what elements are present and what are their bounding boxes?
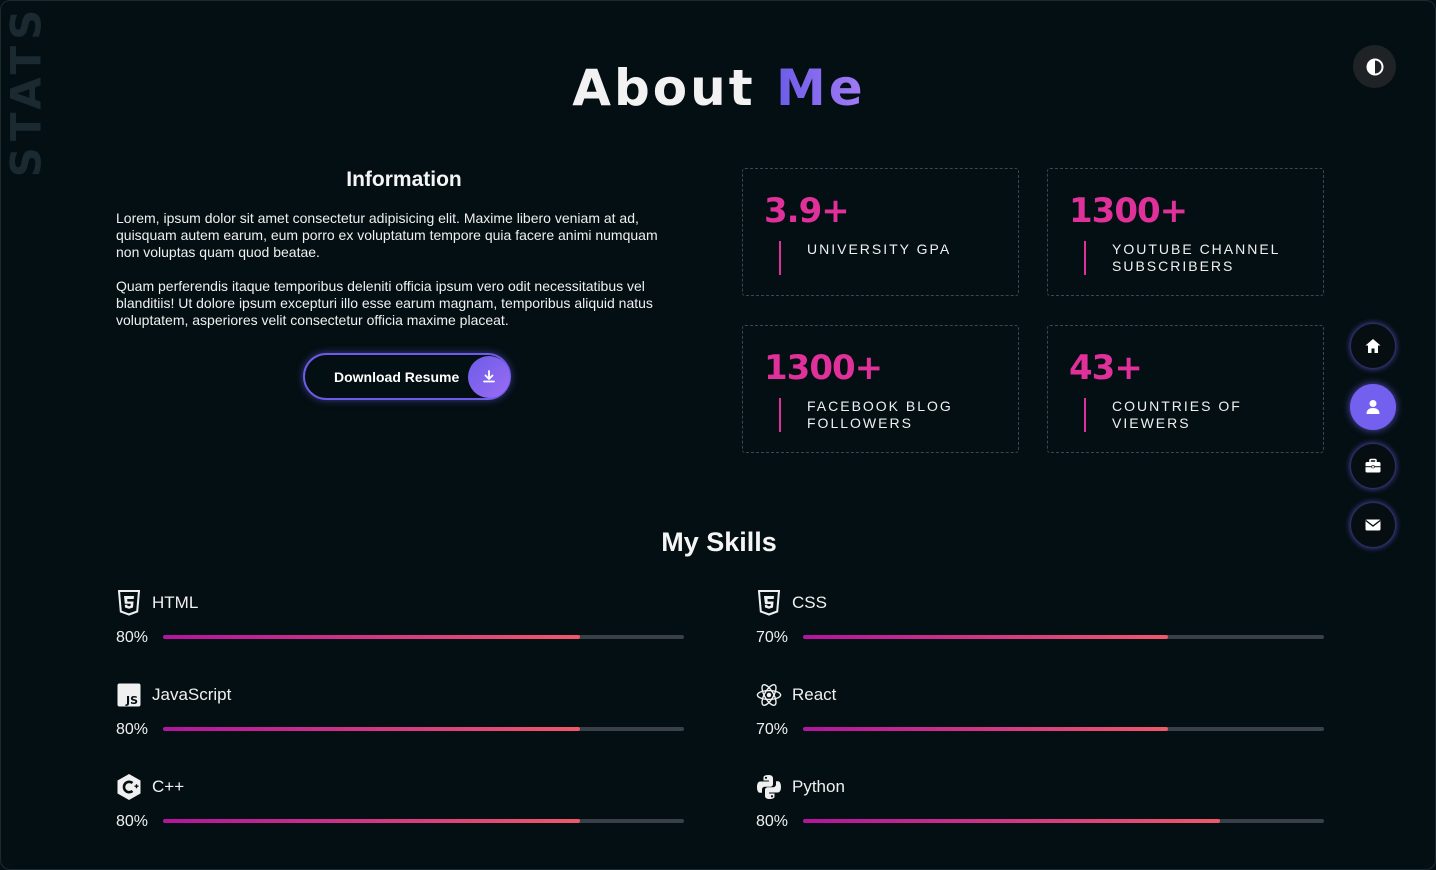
- skill-item: HTML 80%: [116, 589, 686, 659]
- home-icon: [1365, 339, 1381, 353]
- skill-item: CSS 70%: [756, 589, 1326, 659]
- skill-item: JS JavaScript 80%: [116, 681, 686, 751]
- nav-home-button[interactable]: [1350, 323, 1396, 369]
- stat-card: 1300+ YouTube Channel Subscribers: [1047, 168, 1324, 296]
- skill-name: JavaScript: [152, 685, 232, 704]
- stat-card: 43+ Countries of Viewers: [1047, 325, 1324, 453]
- download-resume-button[interactable]: Download Resume: [303, 353, 511, 400]
- stat-label: University GPA: [807, 241, 952, 257]
- html5-icon: [116, 589, 142, 617]
- about-page: STATS About Me Information Lorem, ipsum …: [0, 0, 1436, 870]
- nav-portfolio-button[interactable]: [1350, 443, 1396, 489]
- stat-label: Countries of Viewers: [1112, 398, 1242, 431]
- download-resume-label: Download Resume: [334, 368, 460, 385]
- nav-about-button[interactable]: [1350, 384, 1396, 430]
- skill-item: C++ 80%: [116, 773, 686, 843]
- react-icon: [756, 681, 782, 709]
- stat-card: 1300+ Facebook Blog Followers: [742, 325, 1019, 453]
- skills-heading: My Skills: [661, 527, 777, 557]
- python-icon: [756, 773, 782, 801]
- skill-progress-track: [163, 819, 684, 823]
- skill-progress-track: [163, 635, 684, 639]
- skill-percent: 80%: [116, 629, 149, 646]
- svg-text:JS: JS: [125, 694, 138, 707]
- stat-value: 3.9+: [764, 191, 850, 231]
- skill-name: Python: [792, 777, 845, 796]
- skill-name: CSS: [792, 593, 827, 612]
- skill-percent: 70%: [756, 721, 789, 738]
- skill-progress-track: [803, 727, 1324, 731]
- skill-percent: 80%: [756, 813, 789, 830]
- skill-progress-fill: [803, 819, 1220, 823]
- stat-label: YouTube Channel Subscribers: [1112, 241, 1280, 274]
- skill-progress-fill: [803, 727, 1168, 731]
- user-icon: [1366, 400, 1380, 414]
- page-title: About Me: [1, 59, 1435, 117]
- skill-item: React 70%: [756, 681, 1326, 751]
- stat-label: Facebook Blog Followers: [807, 398, 953, 431]
- skill-progress-fill: [163, 819, 580, 823]
- javascript-icon: JS: [116, 681, 142, 709]
- skill-percent: 80%: [116, 721, 149, 738]
- skill-progress-fill: [803, 635, 1168, 639]
- skill-name: React: [792, 685, 837, 704]
- skill-progress-track: [163, 727, 684, 731]
- info-paragraph-1: Lorem, ipsum dolor sit amet consectetur …: [116, 210, 658, 260]
- stat-divider: [1084, 241, 1086, 275]
- skill-name: HTML: [152, 593, 199, 612]
- title-word-about: About: [572, 59, 756, 117]
- info-paragraph-2: Quam perferendis itaque temporibus delen…: [116, 278, 653, 328]
- briefcase-icon: [1365, 458, 1381, 473]
- stat-card: 3.9+ University GPA: [742, 168, 1019, 296]
- cplusplus-icon: [116, 773, 142, 801]
- skill-percent: 70%: [756, 629, 789, 646]
- stat-divider: [779, 398, 781, 432]
- title-word-me: Me: [776, 59, 866, 117]
- stat-value: 1300+: [1069, 191, 1188, 231]
- download-icon: [468, 356, 510, 398]
- skill-progress-fill: [163, 635, 580, 639]
- skill-percent: 80%: [116, 813, 149, 830]
- stat-value: 43+: [1069, 348, 1143, 388]
- stat-divider: [1084, 398, 1086, 432]
- stat-divider: [779, 241, 781, 275]
- skill-progress-track: [803, 819, 1324, 823]
- information-heading: Information: [346, 168, 462, 191]
- skill-item: Python 80%: [756, 773, 1326, 843]
- skill-progress-fill: [163, 727, 580, 731]
- stat-value: 1300+: [764, 348, 883, 388]
- skill-name: C++: [152, 777, 185, 796]
- information-section: Information Lorem, ipsum dolor sit amet …: [116, 168, 696, 329]
- css3-icon: [756, 589, 782, 617]
- skill-progress-track: [803, 635, 1324, 639]
